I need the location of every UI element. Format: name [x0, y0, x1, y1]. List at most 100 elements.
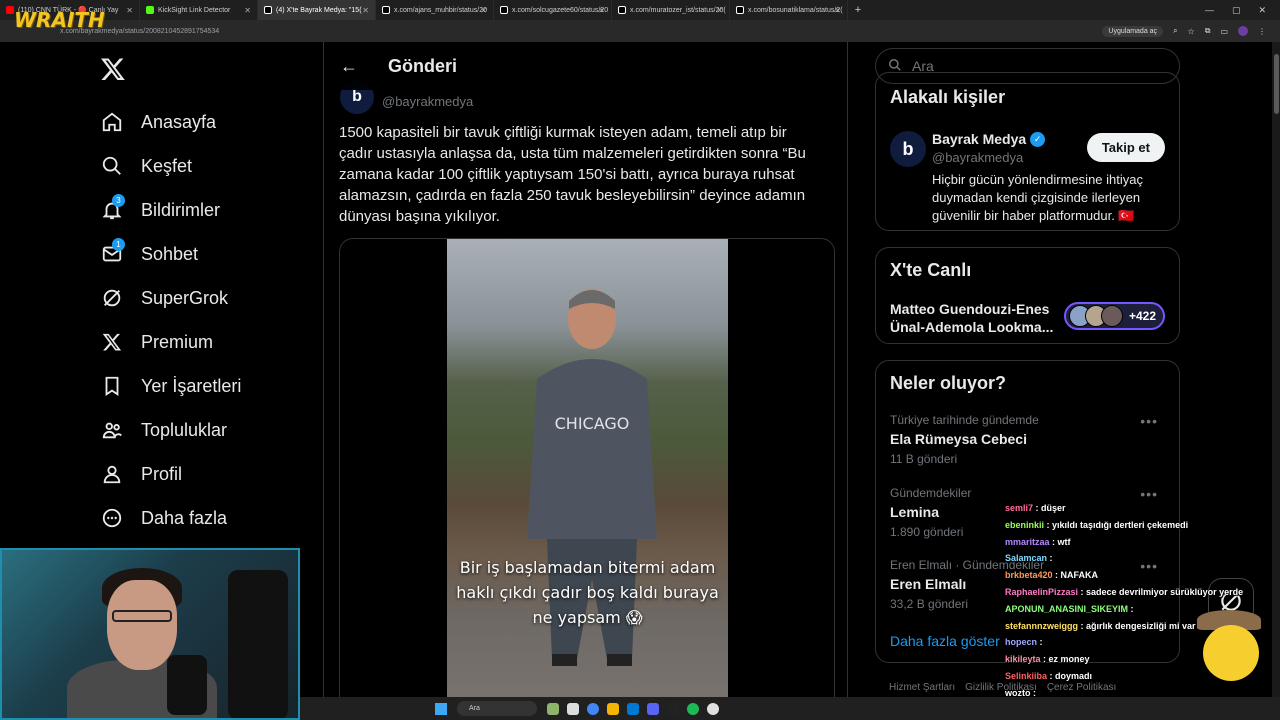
related-avatar[interactable]: b	[890, 131, 926, 167]
windows-start-icon[interactable]	[435, 702, 447, 715]
close-icon[interactable]: ✕	[362, 6, 369, 15]
more-options-icon[interactable]: •••	[1140, 413, 1158, 429]
nav-item-explore[interactable]: Keşfet	[100, 144, 241, 188]
edge-icon[interactable]	[627, 702, 639, 715]
streamer-glasses	[112, 610, 172, 622]
nav-item-premium[interactable]: Premium	[100, 320, 241, 364]
nav-item-supergrok[interactable]: SuperGrok	[100, 276, 241, 320]
close-icon[interactable]: ✕	[598, 6, 605, 15]
live-card[interactable]: X'te Canlı Matteo Guendouzi-Enes Ünal-Ad…	[875, 247, 1180, 344]
new-tab-button[interactable]: +	[848, 4, 868, 16]
chrome-icon[interactable]	[587, 702, 599, 715]
nav-item-communities[interactable]: Topluluklar	[100, 408, 241, 452]
nav-item-more[interactable]: Daha fazla	[100, 496, 241, 540]
chat-username: ebeninkii	[1005, 519, 1045, 530]
taskbar-search[interactable]: Ara	[457, 701, 537, 716]
chat-text: : sadece devrilmiyor sürüklüyor yerde	[1078, 586, 1244, 597]
browser-tab[interactable]: x.com/solcugazete60/status/20 ✕	[494, 0, 612, 20]
sidebar-toggle-icon[interactable]: ▭	[1220, 27, 1228, 36]
folder-icon[interactable]	[607, 702, 619, 715]
widget-icon[interactable]	[547, 702, 559, 715]
chat-text: : doymadı	[1047, 670, 1093, 681]
app-icon[interactable]	[667, 702, 679, 715]
notification-badge: 3	[112, 194, 125, 207]
show-more-link[interactable]: Daha fazla göster	[890, 633, 1000, 649]
browser-tab[interactable]: x.com/muratozer_ist/status/20( ✕	[612, 0, 730, 20]
main-nav: Anasayfa Keşfet 3 Bildirimler 1 Sohbet S…	[100, 100, 241, 540]
video-frame[interactable]: CHICAGO Bir iş başlamadan bitermi adam h…	[447, 239, 728, 719]
close-icon[interactable]: ✕	[244, 6, 251, 15]
task-view-icon[interactable]	[567, 702, 579, 715]
close-icon[interactable]: ✕	[480, 6, 487, 15]
close-icon[interactable]: ✕	[716, 6, 723, 15]
nav-item-notifications[interactable]: 3 Bildirimler	[100, 188, 241, 232]
related-name[interactable]: Bayrak Medya	[932, 131, 1026, 147]
live-space-name[interactable]: Matteo Guendouzi-Enes Ünal-Ademola Lookm…	[890, 300, 1055, 336]
chat-message: mmaritzaa : wtf	[1005, 534, 1245, 551]
close-window-icon[interactable]: ✕	[1258, 5, 1266, 16]
nav-item-profile[interactable]: Profil	[100, 452, 241, 496]
chat-username: brkbeta420	[1005, 570, 1053, 581]
listener-avatar	[1101, 305, 1123, 327]
tab-label: KickSight Link Detector	[158, 6, 231, 14]
chat-username: Salamcan	[1005, 553, 1048, 564]
back-arrow-icon[interactable]: ←	[340, 56, 360, 77]
live-title: X'te Canlı	[890, 260, 972, 280]
close-icon[interactable]: ✕	[126, 6, 133, 15]
video-caption: Bir iş başlamadan bitermi adam haklı çık…	[456, 558, 719, 627]
page-scrollbar[interactable]	[1272, 42, 1280, 720]
live-listeners-pill[interactable]: +422	[1064, 302, 1165, 330]
open-in-app-button[interactable]: Uygulamada aç	[1102, 25, 1164, 37]
author-handle[interactable]: @bayrakmedya	[382, 94, 473, 109]
obs-icon[interactable]	[707, 702, 719, 715]
profile-icon	[100, 462, 124, 486]
page-title: Gönderi	[388, 55, 458, 76]
close-icon[interactable]: ✕	[834, 6, 841, 15]
nav-label: Keşfet	[141, 155, 193, 176]
star-icon[interactable]: ☆	[1188, 27, 1195, 36]
tab-label: x.com/muratozer_ist/status/20(	[630, 6, 726, 14]
zoom-icon[interactable]: ⌕	[1173, 26, 1177, 36]
chat-text: : yıkıldı taşıdığı dertleri çekemedi	[1044, 519, 1189, 530]
trend-name[interactable]: Ela Rümeysa Cebeci	[890, 431, 1166, 447]
browser-tab[interactable]: KickSight Link Detector ✕	[140, 0, 258, 20]
streamer-webcam	[0, 548, 300, 720]
extensions-icon[interactable]: ⧉	[1205, 26, 1211, 36]
footer-link[interactable]: Hizmet Şartları	[889, 682, 955, 693]
scrollbar-thumb[interactable]	[1274, 54, 1279, 114]
browser-tab[interactable]: x.com/ajans_muhbir/status/20 ✕	[376, 0, 494, 20]
related-name-row[interactable]: Bayrak Medya ✓	[932, 131, 1046, 147]
browser-tab[interactable]: x.com/bosunatiklama/status/2( ✕	[730, 0, 848, 20]
profile-avatar[interactable]	[1238, 26, 1248, 36]
browser-tab-active[interactable]: (4) X'te Bayrak Medya: "15( ✕	[258, 0, 376, 20]
shirt-text: CHICAGO	[555, 414, 630, 433]
chat-message: RaphaelinPizzasi : sadece devrilmiyor sü…	[1005, 584, 1245, 601]
discord-icon[interactable]	[647, 702, 659, 715]
follow-button[interactable]: Takip et	[1086, 133, 1165, 162]
chat-username: hopecn	[1005, 637, 1038, 648]
trend-item[interactable]: Türkiye tarihinde gündemde Ela Rümeysa C…	[890, 413, 1166, 466]
x-favicon-icon	[736, 6, 744, 14]
grok-icon	[100, 286, 124, 310]
nav-label: SuperGrok	[141, 287, 229, 308]
tab-label: x.com/bosunatiklama/status/2(	[748, 6, 843, 14]
nav-item-messages[interactable]: 1 Sohbet	[100, 232, 241, 276]
minimize-icon[interactable]: —	[1205, 5, 1214, 16]
nav-label: Topluluklar	[141, 419, 228, 440]
trend-meta: Türkiye tarihinde gündemde	[890, 413, 1039, 427]
post-video[interactable]: CHICAGO Bir iş başlamadan bitermi adam h…	[339, 238, 835, 720]
chat-text: :	[1047, 553, 1053, 564]
listener-count: +422	[1129, 309, 1157, 323]
related-handle[interactable]: @bayrakmedya	[932, 150, 1023, 165]
spotify-icon[interactable]	[687, 702, 699, 715]
nav-item-home[interactable]: Anasayfa	[100, 100, 241, 144]
related-bio: Hiçbir gücün yönlendirmesine ihtiyaç duy…	[932, 172, 1143, 223]
streamer-face	[107, 580, 177, 670]
x-logo-icon[interactable]	[100, 56, 126, 89]
related-title: Alakalı kişiler	[890, 87, 1006, 107]
maximize-icon[interactable]: ▢	[1232, 5, 1241, 16]
chat-text: : düşer	[1033, 503, 1066, 513]
nav-item-bookmarks[interactable]: Yer İşaretleri	[100, 364, 241, 408]
menu-icon[interactable]: ⋮	[1258, 27, 1266, 36]
more-icon	[100, 506, 124, 530]
